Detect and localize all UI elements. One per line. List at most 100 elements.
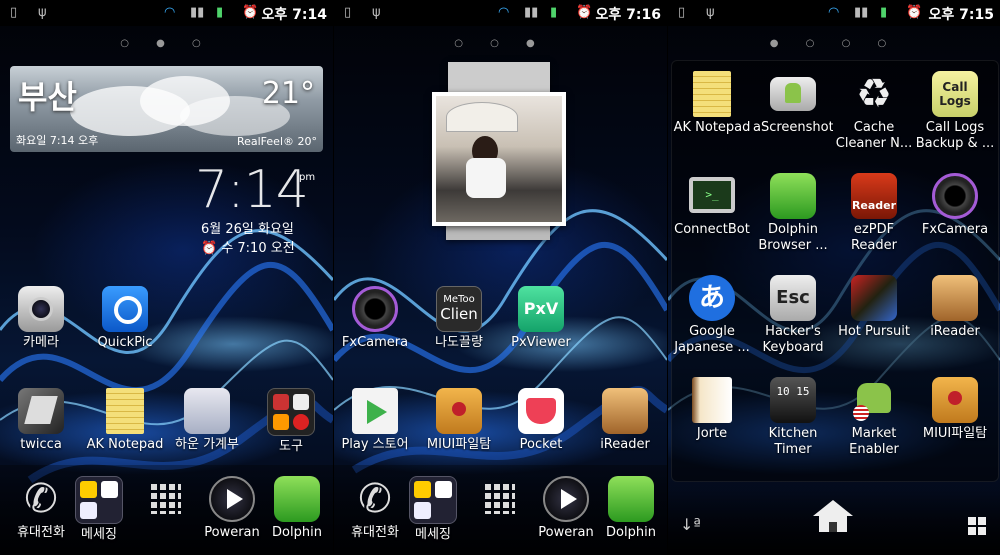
app-miui-file[interactable]: MIUI파일탐	[915, 377, 995, 458]
pxviewer-icon: PxV	[518, 286, 564, 332]
app-label: 카메라	[23, 335, 59, 350]
notification-icon: ▯	[678, 5, 686, 20]
app-ezpdf[interactable]: Reader ezPDF Reader	[834, 173, 914, 254]
esc-key-icon: Esc	[770, 275, 816, 321]
clock-alarm: ⏰ 수 7:10 오전	[201, 241, 295, 256]
app-label: Hot Pursuit	[838, 324, 910, 339]
app-label: Pocket	[519, 437, 563, 452]
app-label: 메세징	[81, 527, 117, 542]
call-logs-icon: Call Logs	[932, 71, 978, 117]
app-ak-notepad[interactable]: AK Notepad	[672, 71, 752, 152]
app-label: Hacker's Keyboard	[762, 324, 824, 355]
app-ak-notepad[interactable]: AK Notepad	[84, 388, 166, 453]
wifi-icon: ◠	[498, 5, 510, 20]
status-time: 오후 7:16	[595, 7, 661, 23]
usb-icon: ψ	[38, 5, 47, 20]
app-label: PxViewer	[511, 335, 571, 350]
app-label: Play 스토어	[341, 437, 409, 452]
clock-widget[interactable]: 7:14 pm 6월 26일 화요일 ⏰ 수 7:10 오전	[195, 162, 325, 256]
app-drawer-screen: ▯ ψ ◠ ▮▮ ▮ ⏰ 오후 7:15 ● ○ ○ ○ AK Notepad …	[668, 0, 1000, 555]
app-call-logs[interactable]: Call Logs Call Logs Backup & ...	[915, 71, 995, 152]
app-miui-file[interactable]: MIUI파일탐	[418, 388, 500, 453]
alarm-icon: ⏰	[576, 5, 593, 20]
app-label: AK Notepad	[673, 120, 751, 135]
app-label: FxCamera	[341, 335, 409, 350]
jorte-icon	[692, 377, 732, 423]
sort-icon[interactable]: ↓ª	[680, 515, 701, 534]
app-label: AK Notepad	[86, 437, 164, 452]
signal-icon: ▮▮	[854, 5, 869, 20]
alarm-icon: ⏰	[242, 5, 259, 20]
battery-icon: ▮	[880, 5, 888, 20]
app-label: Dolphin Browser ...	[758, 222, 828, 253]
metoo-clien-icon: MeToo Clien	[436, 286, 482, 332]
app-grid: AK Notepad aScreenshot ♻ Cache Cleaner N…	[671, 60, 999, 482]
app-label: iReader	[930, 324, 980, 339]
poweramp-icon	[209, 476, 255, 522]
dolphin-icon	[274, 476, 320, 522]
quickpic-icon	[102, 286, 148, 332]
icon-text: Clien	[440, 305, 478, 323]
app-label: 나도끌량	[435, 335, 483, 350]
terminal-icon: >_	[689, 177, 735, 213]
app-label: QuickPic	[97, 335, 153, 350]
clock-time: 7:14	[195, 160, 309, 220]
weather-temp: 21°	[261, 76, 315, 111]
dock-dolphin[interactable]: Dolphin	[590, 476, 667, 541]
app-label: 메세징	[415, 527, 451, 542]
app-kitchen-timer[interactable]: 10 15 Kitchen Timer	[753, 377, 833, 458]
app-play-store[interactable]: Play 스토어	[334, 388, 416, 453]
market-enabler-icon	[851, 377, 897, 423]
app-ireader[interactable]: iReader	[584, 388, 666, 453]
google-japanese-icon: あ	[689, 275, 735, 321]
recycle-icon: ♻	[856, 71, 892, 117]
ireader-icon	[602, 388, 648, 434]
grid-icon[interactable]	[968, 517, 986, 535]
kitchen-timer-icon: 10 15	[770, 377, 816, 423]
app-hot-pursuit[interactable]: Hot Pursuit	[834, 275, 914, 356]
dolphin-icon	[770, 173, 816, 219]
app-quickpic[interactable]: QuickPic	[84, 286, 166, 351]
app-fxcamera[interactable]: FxCamera	[334, 286, 416, 351]
app-connectbot[interactable]: >_ ConnectBot	[672, 173, 752, 254]
app-fxcamera[interactable]: FxCamera	[915, 173, 995, 254]
app-ireader[interactable]: iReader	[915, 275, 995, 356]
app-google-japanese[interactable]: あ Google Japanese ...	[672, 275, 752, 356]
app-metoo-clien[interactable]: MeToo Clien 나도끌량	[418, 286, 500, 351]
app-market-enabler[interactable]: Market Enabler	[834, 377, 914, 458]
app-dolphin-browser[interactable]: Dolphin Browser ...	[753, 173, 833, 254]
app-label: MIUI파일탐	[922, 426, 988, 441]
ireader-icon	[932, 275, 978, 321]
app-label: FxCamera	[921, 222, 989, 237]
alarm-icon: ⏰	[906, 5, 923, 20]
app-camera[interactable]: 카메라	[0, 286, 82, 351]
app-label: Dolphin	[272, 525, 322, 540]
app-account-book[interactable]: 하운 가계부	[166, 388, 248, 453]
app-label: 도구	[279, 439, 303, 454]
app-hackers-keyboard[interactable]: Esc Hacker's Keyboard	[753, 275, 833, 356]
app-twicca[interactable]: twicca	[0, 388, 82, 453]
folder-tools[interactable]: 도구	[250, 388, 332, 455]
app-label: ezPDF Reader	[850, 222, 897, 253]
photo-front	[432, 92, 566, 226]
poweramp-icon	[543, 476, 589, 522]
battery-icon: ▮	[216, 5, 224, 20]
page-indicator: ○ ● ○	[120, 38, 213, 49]
home-icon[interactable]	[813, 500, 853, 534]
photo-back	[448, 62, 550, 92]
app-cache-cleaner[interactable]: ♻ Cache Cleaner N...	[834, 71, 914, 152]
app-pocket[interactable]: Pocket	[500, 388, 582, 453]
dock-dolphin[interactable]: Dolphin	[256, 476, 333, 541]
app-ascreenshot[interactable]: aScreenshot	[753, 71, 833, 152]
notepad-icon	[693, 71, 731, 117]
app-jorte[interactable]: Jorte	[672, 377, 752, 458]
messaging-folder-icon	[75, 476, 123, 524]
clock-date: 6월 26일 화요일	[201, 222, 294, 237]
account-book-icon	[184, 388, 230, 434]
app-pxviewer[interactable]: PxV PxViewer	[500, 286, 582, 351]
page-indicator: ○ ○ ●	[454, 38, 547, 49]
weather-date: 화요일 7:14 오후	[16, 134, 99, 147]
app-label: Dolphin	[606, 525, 656, 540]
notification-icon: ▯	[344, 5, 352, 20]
weather-widget[interactable]: 부산 21° 화요일 7:14 오후 RealFeel® 20°	[10, 66, 323, 152]
